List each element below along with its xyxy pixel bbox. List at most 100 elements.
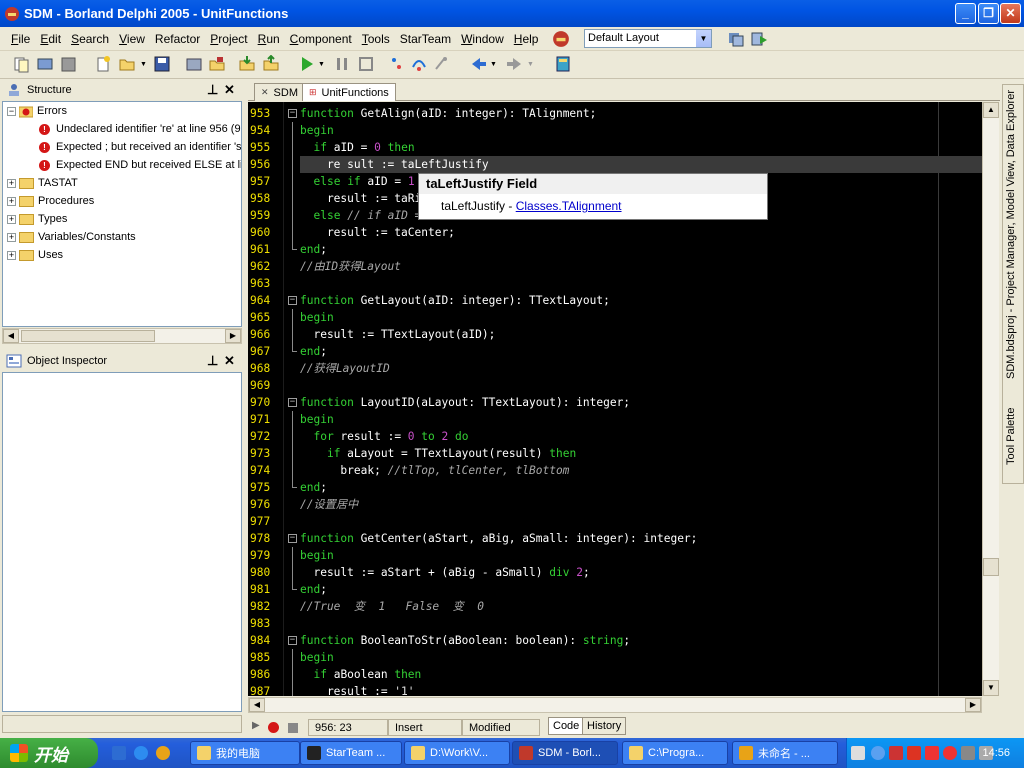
open-file-icon[interactable] xyxy=(118,55,136,73)
code-line[interactable]: 980 result := aStart + (aBig - aSmall) d… xyxy=(248,564,982,581)
add-to-project-icon[interactable] xyxy=(238,55,256,73)
task-work-folder[interactable]: D:\Work\V... xyxy=(404,741,510,765)
code-line[interactable]: 971 begin xyxy=(248,411,982,428)
close-icon[interactable]: ✕ xyxy=(224,353,235,369)
run-to-cursor-icon[interactable] xyxy=(432,55,450,73)
menu-starteam[interactable]: StarTeam xyxy=(395,32,456,46)
scroll-down-icon[interactable]: ▼ xyxy=(983,680,999,696)
minimize-button[interactable]: _ xyxy=(955,3,976,24)
save-icon[interactable] xyxy=(153,55,171,73)
menu-edit[interactable]: Edit xyxy=(35,32,66,46)
menu-window[interactable]: Window xyxy=(456,32,509,46)
ie-quicklaunch-icon[interactable] xyxy=(134,746,148,760)
save-project-icon[interactable] xyxy=(208,55,226,73)
editor-hscrollbar[interactable]: ◀ ▶ xyxy=(248,697,982,713)
code-line[interactable]: 964 − function GetLayout(aID: integer): TT… xyxy=(248,292,982,309)
pause-icon[interactable] xyxy=(333,55,351,73)
code-line[interactable]: 960 result := taCenter; xyxy=(248,224,982,241)
tray-arrow-icon[interactable] xyxy=(871,746,885,760)
scroll-up-icon[interactable]: ▲ xyxy=(983,102,999,118)
pin-icon[interactable]: ⊥ xyxy=(207,82,218,98)
tree-node-procedures[interactable]: + Procedures xyxy=(7,192,94,210)
tree-node-errors[interactable]: − Errors xyxy=(7,102,67,120)
code-line[interactable]: 986 if aBoolean then xyxy=(248,666,982,683)
menu-file[interactable]: File xyxy=(6,32,35,46)
remove-from-project-icon[interactable] xyxy=(262,55,280,73)
menu-view[interactable]: View xyxy=(114,32,150,46)
scroll-right-icon[interactable]: ▶ xyxy=(225,329,241,343)
menu-run[interactable]: Run xyxy=(253,32,285,46)
fold-toggle-icon[interactable]: − xyxy=(288,534,297,543)
tab-code[interactable]: Code xyxy=(548,717,585,735)
code-line[interactable]: 953 − function GetAlign(aID: integer): TAl… xyxy=(248,105,982,122)
tree-node-tastat[interactable]: + TASTAT xyxy=(7,174,78,192)
chevron-down-icon[interactable]: ▼ xyxy=(318,61,325,68)
chevron-down-icon[interactable]: ▼ xyxy=(696,30,711,47)
tool-palette-tab[interactable]: Tool Palette xyxy=(1005,385,1021,465)
delphi-helmet-icon[interactable] xyxy=(552,30,570,48)
tray-app-icon[interactable] xyxy=(925,746,939,760)
code-line[interactable]: 973 if aLayout = TTextLayout(result) the… xyxy=(248,445,982,462)
play-macro-icon[interactable]: ▶ xyxy=(252,720,260,731)
menu-help[interactable]: Help xyxy=(509,32,544,46)
task-program-files[interactable]: C:\Progra... xyxy=(622,741,728,765)
code-line[interactable]: 968 //获得LayoutID xyxy=(248,360,982,377)
task-paint[interactable]: 未命名 - ... xyxy=(732,741,838,765)
fold-toggle-icon[interactable]: − xyxy=(288,296,297,305)
open-project-icon[interactable] xyxy=(36,55,54,73)
code-line[interactable]: 954 begin xyxy=(248,122,982,139)
close-tab-icon[interactable]: ✕ xyxy=(261,87,269,98)
save-all-icon[interactable] xyxy=(60,55,78,73)
editor-vscrollbar[interactable]: ▲ ▼ xyxy=(982,102,999,696)
stop-icon[interactable] xyxy=(357,55,375,73)
menu-tools[interactable]: Tools xyxy=(357,32,395,46)
tab-sdm[interactable]: ✕ SDM xyxy=(254,83,305,101)
keyboard-icon[interactable] xyxy=(851,746,865,760)
scroll-thumb[interactable] xyxy=(983,558,999,576)
task-starteam[interactable]: StarTeam ... xyxy=(300,741,402,765)
antivirus-icon[interactable] xyxy=(889,746,903,760)
set-layout-icon[interactable] xyxy=(750,30,768,48)
menu-refactor[interactable]: Refactor xyxy=(150,32,205,46)
code-line[interactable]: 974 break; //tlTop, tlCenter, tlBottom xyxy=(248,462,982,479)
media-quicklaunch-icon[interactable] xyxy=(156,746,170,760)
tray-app-icon[interactable] xyxy=(907,746,921,760)
pin-icon[interactable]: ⊥ xyxy=(207,353,218,369)
popup-type-link[interactable]: Classes.TAlignment xyxy=(516,199,622,213)
restore-button[interactable]: ❐ xyxy=(978,3,999,24)
new-items-icon[interactable] xyxy=(12,55,30,73)
fold-toggle-icon[interactable]: − xyxy=(288,109,297,118)
structure-hscrollbar[interactable]: ◀ ▶ xyxy=(2,328,242,344)
task-my-computer[interactable]: 我的电脑 xyxy=(190,741,300,765)
menu-search[interactable]: Search xyxy=(66,32,114,46)
menu-component[interactable]: Component xyxy=(285,32,357,46)
scroll-right-icon[interactable]: ▶ xyxy=(965,698,981,712)
open-project-file-icon[interactable] xyxy=(185,55,203,73)
step-over-icon[interactable] xyxy=(410,55,428,73)
trace-into-icon[interactable] xyxy=(388,55,406,73)
tree-node-error[interactable]: ! Expected ; but received an identifier '… xyxy=(39,138,241,156)
expand-icon[interactable]: + xyxy=(7,196,16,206)
expand-icon[interactable]: + xyxy=(7,250,16,260)
code-line[interactable]: 987 result := '1' xyxy=(248,683,982,696)
tab-unitfunctions[interactable]: ⊞ UnitFunctions xyxy=(302,83,396,101)
code-line[interactable]: 981 end; xyxy=(248,581,982,598)
code-line[interactable]: 979 begin xyxy=(248,547,982,564)
forward-arrow-icon[interactable] xyxy=(505,55,523,73)
code-line[interactable]: 970 − function LayoutID(aLayout: TTextLayo… xyxy=(248,394,982,411)
code-line[interactable]: 983 xyxy=(248,615,982,632)
tab-history[interactable]: History xyxy=(582,717,627,735)
record-macro-icon[interactable] xyxy=(268,722,279,733)
expand-icon[interactable]: + xyxy=(7,214,16,224)
tray-app-icon[interactable] xyxy=(943,746,957,760)
stop-macro-icon[interactable] xyxy=(288,723,298,733)
close-window-button[interactable]: ✕ xyxy=(1000,3,1021,24)
collapse-icon[interactable]: − xyxy=(7,106,16,116)
network-icon[interactable] xyxy=(961,746,975,760)
code-line[interactable]: 963 xyxy=(248,275,982,292)
expand-icon[interactable]: + xyxy=(7,178,16,188)
start-button[interactable]: 开始 xyxy=(0,738,98,768)
code-line[interactable]: 967 end; xyxy=(248,343,982,360)
code-line[interactable]: 956 re sult := taLeftJustify xyxy=(248,156,982,173)
menu-project[interactable]: Project xyxy=(205,32,252,46)
